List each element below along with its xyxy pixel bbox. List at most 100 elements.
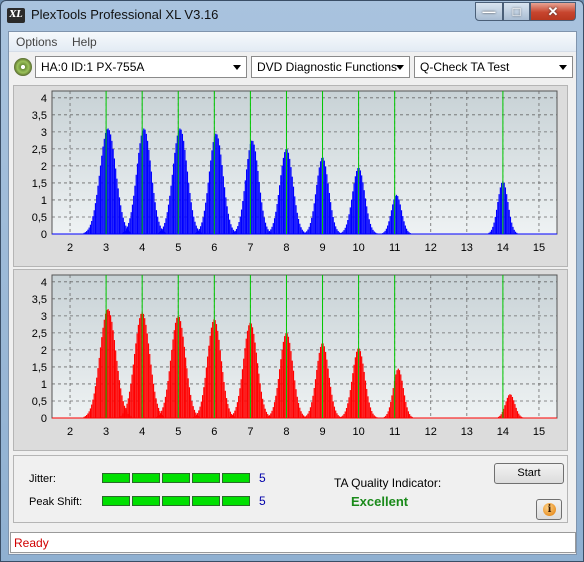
histogram-bar xyxy=(396,370,398,418)
histogram-bar xyxy=(395,374,397,418)
histogram-bar xyxy=(240,209,243,234)
histogram-bar xyxy=(200,226,202,234)
histogram-bar xyxy=(185,160,187,234)
x-tick-label: 5 xyxy=(175,426,181,438)
histogram-bar xyxy=(137,324,139,418)
histogram-bar xyxy=(400,374,402,418)
histogram-bar xyxy=(399,204,401,234)
histogram-bar xyxy=(280,175,282,234)
info-button[interactable]: i xyxy=(536,499,562,520)
histogram-bar xyxy=(155,398,157,418)
menu-options[interactable]: Options xyxy=(16,35,57,49)
histogram-bar xyxy=(318,352,320,418)
histogram-bar xyxy=(247,159,249,234)
histogram-bar xyxy=(317,360,319,418)
histogram-bar xyxy=(313,203,315,234)
histogram-bar xyxy=(171,174,173,234)
histogram-bar xyxy=(277,195,279,234)
histogram-bar xyxy=(347,220,349,234)
histogram-bar xyxy=(386,414,388,418)
histogram-bar xyxy=(192,406,194,418)
histogram-bar xyxy=(96,377,98,418)
histogram-bar xyxy=(258,181,260,234)
drive-select[interactable]: HA:0 ID:1 PX-755A xyxy=(35,56,247,78)
histogram-bar xyxy=(103,319,105,418)
histogram-bar xyxy=(126,226,128,234)
histogram-bar xyxy=(291,176,293,234)
menu-help[interactable]: Help xyxy=(72,35,97,49)
test-select[interactable]: Q-Check TA Test xyxy=(414,56,573,78)
histogram-bar xyxy=(154,391,156,418)
close-button[interactable]: ✕ xyxy=(530,2,576,21)
histogram-bar xyxy=(515,407,517,418)
histogram-bar xyxy=(102,327,104,418)
histogram-bar xyxy=(262,210,264,234)
histogram-bar xyxy=(226,206,228,234)
title-bar[interactable]: XL PlexTools Professional XL V3.16 — □ ✕ xyxy=(1,1,583,31)
histogram-bar xyxy=(120,205,122,234)
histogram-bar xyxy=(500,414,502,418)
histogram-bar xyxy=(97,368,99,418)
function-select[interactable]: DVD Diagnostic Functions xyxy=(251,56,410,78)
histogram-bar xyxy=(89,408,92,418)
histogram-bar xyxy=(172,163,175,234)
meter-segment xyxy=(102,473,130,483)
toolbar: HA:0 ID:1 PX-755A DVD Diagnostic Functio… xyxy=(9,53,576,81)
test-select-value: Q-Check TA Test xyxy=(420,60,510,74)
histogram-bar xyxy=(405,228,408,234)
minimize-button[interactable]: — xyxy=(475,2,503,21)
histogram-bar xyxy=(352,191,354,234)
histogram-bar xyxy=(94,203,97,234)
histogram-bar xyxy=(229,219,231,234)
histogram-bar xyxy=(102,146,104,234)
histogram-bar xyxy=(275,211,277,234)
histogram-bar xyxy=(239,388,241,418)
histogram-bar xyxy=(390,210,393,234)
histogram-bar xyxy=(164,396,167,418)
histogram-bar xyxy=(188,182,190,234)
histogram-bar xyxy=(407,411,409,418)
histogram-bar xyxy=(291,360,293,418)
histogram-bar xyxy=(297,218,300,234)
maximize-button[interactable]: □ xyxy=(503,2,530,21)
results-panel: Jitter: 5 Peak Shift: 5 TA Quality Indic… xyxy=(13,455,568,523)
histogram-bar xyxy=(332,217,334,234)
histogram-bar xyxy=(233,413,235,418)
histogram-bar xyxy=(252,140,254,234)
histogram-bar xyxy=(170,185,172,234)
histogram-bar xyxy=(326,174,328,234)
histogram-bar xyxy=(210,327,213,418)
histogram-bar xyxy=(87,413,89,418)
histogram-bar xyxy=(221,165,223,234)
histogram-bar xyxy=(389,216,391,234)
histogram-bar xyxy=(282,341,284,418)
histogram-bar xyxy=(284,152,286,234)
histogram-bar xyxy=(220,361,223,418)
histogram-bar xyxy=(272,223,274,234)
histogram-bar xyxy=(248,325,250,418)
histogram-bar xyxy=(301,413,303,418)
histogram-bar xyxy=(149,160,151,234)
status-text: Ready xyxy=(14,536,49,550)
histogram-bar xyxy=(98,357,100,418)
histogram-bar xyxy=(299,223,301,234)
histogram-bar xyxy=(343,413,345,418)
histogram-bar xyxy=(113,158,116,234)
histogram-bar xyxy=(328,192,330,234)
histogram-bar xyxy=(513,400,515,418)
meter-segment xyxy=(162,473,190,483)
histogram-bar xyxy=(271,410,273,418)
histogram-bar xyxy=(362,182,364,234)
histogram-bar xyxy=(222,176,224,234)
histogram-bar xyxy=(113,340,116,418)
y-tick-label: 4 xyxy=(41,93,47,105)
x-tick-label: 14 xyxy=(497,242,509,254)
histogram-bar xyxy=(327,368,329,418)
histogram-bar xyxy=(134,353,136,418)
x-tick-label: 8 xyxy=(283,242,289,254)
histogram-bar xyxy=(276,204,278,234)
histogram-bar xyxy=(168,371,170,418)
histogram-bar xyxy=(103,138,105,234)
histogram-bar xyxy=(136,163,139,234)
start-button[interactable]: Start xyxy=(494,463,564,484)
